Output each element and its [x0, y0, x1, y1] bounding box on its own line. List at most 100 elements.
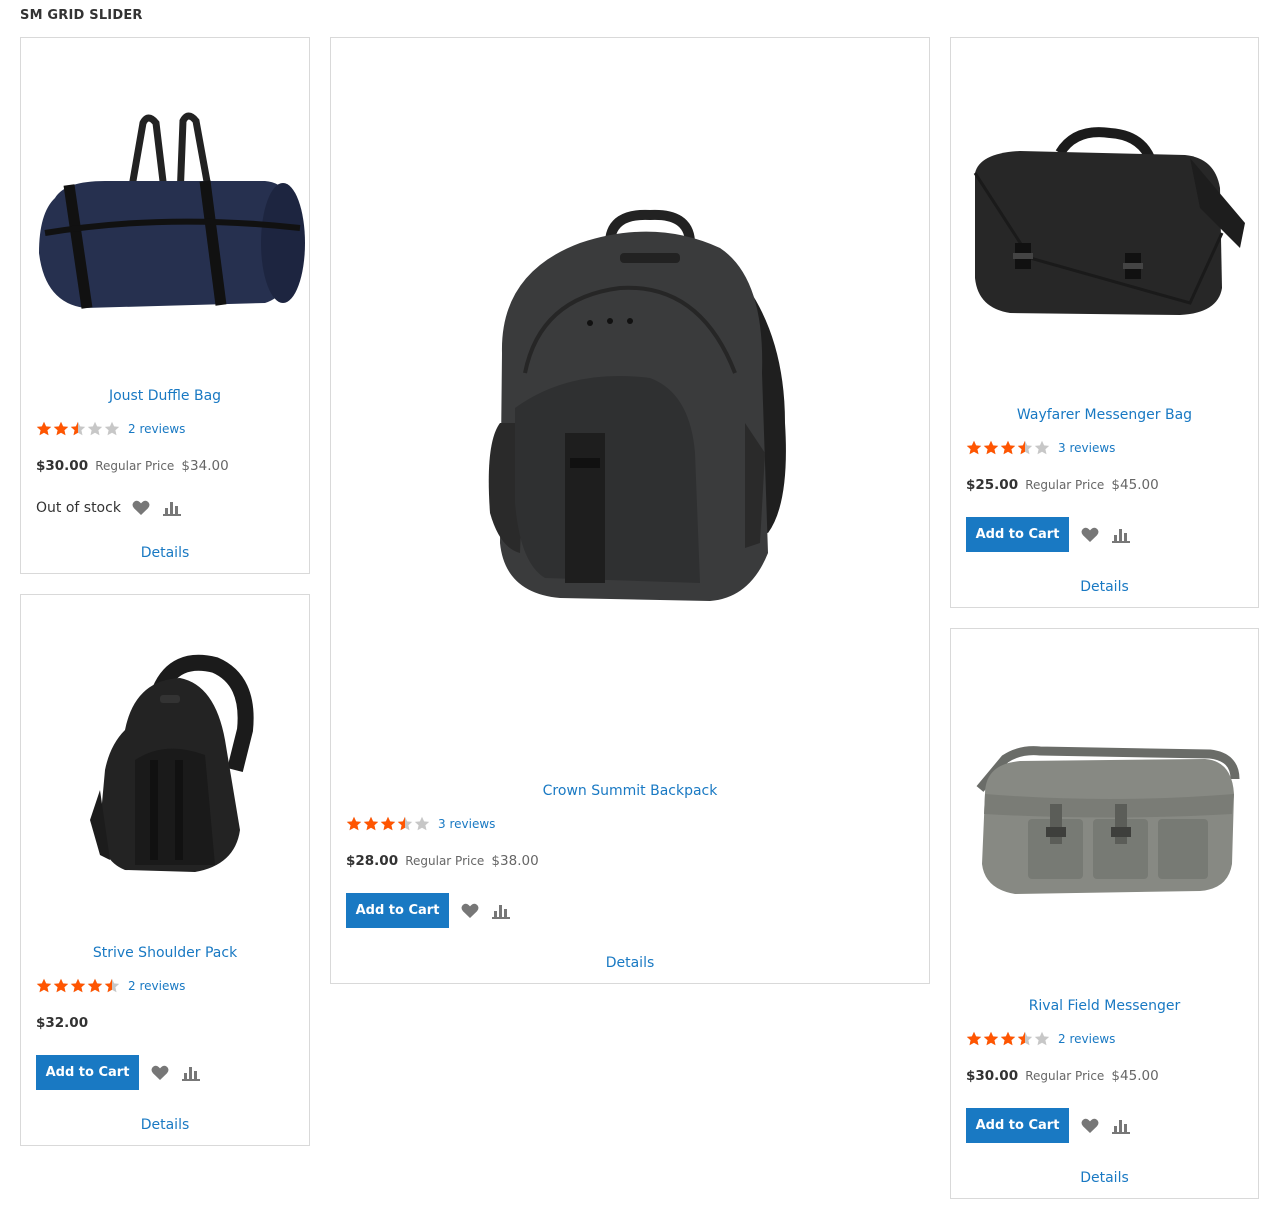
product-name[interactable]: Strive Shoulder Pack — [21, 945, 309, 961]
product-name[interactable]: Rival Field Messenger — [951, 998, 1258, 1014]
compare-chart-icon[interactable] — [492, 903, 510, 919]
product-actions: Out of stock — [36, 498, 181, 518]
star-icon — [346, 816, 362, 831]
star-icon — [87, 978, 103, 993]
rating-summary: 2 reviews — [36, 419, 185, 439]
product-card-joust-duffle-bag: Joust Duffle Bag 2 reviews $30.00 Regula… — [20, 37, 310, 574]
product-image-sling-pack[interactable] — [21, 645, 309, 885]
rating-stars — [36, 978, 120, 994]
regular-price: $45.00 — [1111, 477, 1159, 493]
widget-title: SM GRID SLIDER — [20, 8, 143, 23]
compare-chart-icon[interactable] — [182, 1065, 200, 1081]
star-icon — [104, 978, 120, 993]
regular-price-label: Regular Price — [1025, 478, 1105, 492]
details-link[interactable]: Details — [21, 545, 309, 561]
reviews-link[interactable]: 2 reviews — [128, 422, 185, 436]
price-box: $32.00 — [36, 1012, 88, 1031]
rating-summary: 2 reviews — [966, 1029, 1115, 1049]
star-icon — [1034, 1031, 1050, 1046]
star-icon — [1017, 440, 1033, 455]
price-box: $25.00 Regular Price $45.00 — [966, 474, 1159, 493]
field-messenger-icon — [976, 746, 1239, 894]
rating-summary: 3 reviews — [966, 438, 1115, 458]
final-price: $32.00 — [36, 1015, 89, 1031]
product-actions: Add to Cart — [346, 893, 510, 928]
wishlist-heart-icon[interactable] — [151, 1065, 169, 1081]
rating-stars — [966, 440, 1050, 456]
star-icon — [983, 1031, 999, 1046]
stock-status: Out of stock — [36, 500, 121, 516]
duffle-bag-icon — [39, 112, 305, 309]
star-icon — [104, 421, 120, 436]
reviews-link[interactable]: 3 reviews — [438, 817, 495, 831]
wishlist-heart-icon[interactable] — [132, 500, 150, 516]
rating-stars — [966, 1031, 1050, 1047]
compare-chart-icon[interactable] — [162, 500, 181, 516]
product-actions: Add to Cart — [36, 1055, 200, 1090]
rating-stars — [36, 421, 120, 437]
details-link[interactable]: Details — [951, 1170, 1258, 1186]
add-to-cart-button[interactable]: Add to Cart — [966, 1108, 1069, 1143]
compare-chart-icon[interactable] — [1112, 527, 1130, 543]
product-card-wayfarer-messenger-bag: Wayfarer Messenger Bag 3 reviews $25.00 … — [950, 37, 1259, 608]
product-actions: Add to Cart — [966, 517, 1130, 552]
product-name[interactable]: Crown Summit Backpack — [331, 783, 929, 799]
messenger-bag-icon — [973, 127, 1245, 315]
product-image-duffle-bag[interactable] — [21, 98, 309, 318]
price-box: $30.00 Regular Price $45.00 — [966, 1065, 1159, 1084]
regular-price-label: Regular Price — [1025, 1069, 1105, 1083]
details-link[interactable]: Details — [331, 955, 929, 971]
star-icon — [983, 440, 999, 455]
star-icon — [397, 816, 413, 831]
add-to-cart-button[interactable]: Add to Cart — [346, 893, 449, 928]
price-box: $28.00 Regular Price $38.00 — [346, 850, 539, 869]
reviews-link[interactable]: 2 reviews — [128, 979, 185, 993]
final-price: $30.00 — [966, 1068, 1019, 1084]
star-icon — [53, 421, 69, 436]
star-icon — [1017, 1031, 1033, 1046]
add-to-cart-button[interactable]: Add to Cart — [966, 517, 1069, 552]
rating-summary: 3 reviews — [346, 814, 495, 834]
star-icon — [70, 978, 86, 993]
star-icon — [53, 978, 69, 993]
details-link[interactable]: Details — [21, 1117, 309, 1133]
product-name[interactable]: Wayfarer Messenger Bag — [951, 407, 1258, 423]
details-link[interactable]: Details — [951, 579, 1258, 595]
product-card-strive-shoulder-pack: Strive Shoulder Pack 2 reviews $32.00 Ad… — [20, 594, 310, 1146]
reviews-link[interactable]: 3 reviews — [1058, 441, 1115, 455]
star-icon — [36, 421, 52, 436]
star-icon — [380, 816, 396, 831]
rating-summary: 2 reviews — [36, 976, 185, 996]
wishlist-heart-icon[interactable] — [1081, 1118, 1099, 1134]
final-price: $30.00 — [36, 458, 89, 474]
product-image-messenger-bag[interactable] — [951, 108, 1258, 328]
final-price: $25.00 — [966, 477, 1019, 493]
backpack-icon — [488, 209, 786, 602]
star-icon — [966, 1031, 982, 1046]
sling-pack-icon — [90, 654, 254, 872]
star-icon — [36, 978, 52, 993]
star-icon — [1034, 440, 1050, 455]
regular-price: $34.00 — [181, 458, 229, 474]
price-box: $30.00 Regular Price $34.00 — [36, 455, 229, 474]
product-image-backpack[interactable] — [331, 198, 929, 618]
star-icon — [70, 421, 86, 436]
star-icon — [1000, 440, 1016, 455]
wishlist-heart-icon[interactable] — [1081, 527, 1099, 543]
star-icon — [966, 440, 982, 455]
product-card-rival-field-messenger: Rival Field Messenger 2 reviews $30.00 R… — [950, 628, 1259, 1199]
wishlist-heart-icon[interactable] — [461, 903, 479, 919]
product-actions: Add to Cart — [966, 1108, 1130, 1143]
regular-price-label: Regular Price — [405, 854, 485, 868]
product-image-field-messenger[interactable] — [951, 699, 1258, 919]
rating-stars — [346, 816, 430, 832]
regular-price: $45.00 — [1111, 1068, 1159, 1084]
star-icon — [414, 816, 430, 831]
star-icon — [87, 421, 103, 436]
final-price: $28.00 — [346, 853, 399, 869]
reviews-link[interactable]: 2 reviews — [1058, 1032, 1115, 1046]
compare-chart-icon[interactable] — [1112, 1118, 1130, 1134]
star-icon — [1000, 1031, 1016, 1046]
add-to-cart-button[interactable]: Add to Cart — [36, 1055, 139, 1090]
product-name[interactable]: Joust Duffle Bag — [21, 388, 309, 404]
